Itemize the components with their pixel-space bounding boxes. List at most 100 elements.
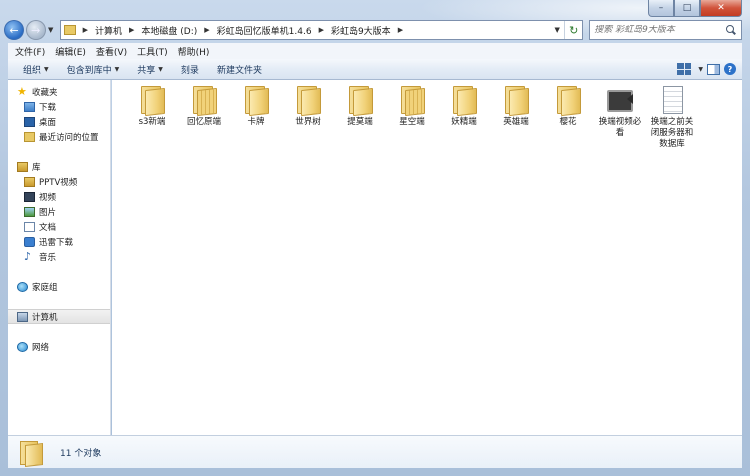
file-item[interactable]: s3新端: [126, 84, 178, 150]
desktop-icon: [24, 116, 35, 127]
chevron-right-icon[interactable]: ▶: [394, 26, 407, 34]
search-input[interactable]: [594, 25, 725, 35]
sidebar-item-videos[interactable]: 视频: [8, 189, 110, 204]
include-in-library-label: 包含到库中: [66, 65, 112, 76]
sidebar-item-pictures[interactable]: 图片: [8, 204, 110, 219]
help-icon[interactable]: ?: [724, 63, 736, 75]
chevron-right-icon[interactable]: ▶: [200, 26, 213, 34]
file-name: 星空端: [399, 117, 425, 127]
menu-help[interactable]: 帮助(H): [173, 45, 215, 58]
file-grid: s3新端 回忆原端 卡牌 世界树 提莫端 星空端 妖精端 英雄端 樱花 换端视频…: [126, 84, 698, 150]
new-folder-button[interactable]: 新建文件夹: [208, 63, 271, 76]
chevron-right-icon[interactable]: ▶: [125, 26, 138, 34]
file-name: 樱花: [559, 117, 577, 127]
breadcrumb-current-folder[interactable]: 彩虹岛9大版本: [328, 24, 394, 37]
file-item[interactable]: 卡牌: [230, 84, 282, 150]
menu-bar: 文件(F) 编辑(E) 查看(V) 工具(T) 帮助(H): [8, 43, 742, 59]
refresh-button[interactable]: ↻: [564, 21, 582, 39]
search-icon[interactable]: [725, 24, 737, 36]
sidebar-item-downloads[interactable]: 下载: [8, 99, 110, 114]
menu-view[interactable]: 查看(V): [91, 45, 132, 58]
maximize-button[interactable]: □: [674, 0, 700, 17]
change-view-icon[interactable]: [677, 63, 692, 75]
sidebar-item-label: 音乐: [39, 252, 57, 263]
organize-label: 组织: [23, 65, 42, 76]
folder-icon: [137, 84, 167, 114]
file-item[interactable]: 换端视频必看: [594, 84, 646, 150]
sidebar-item-homegroup[interactable]: 家庭组: [8, 279, 110, 294]
file-item[interactable]: 星空端: [386, 84, 438, 150]
item-count: 11 个对象: [60, 448, 102, 459]
forward-button[interactable]: →: [25, 20, 46, 40]
file-item[interactable]: 英雄端: [490, 84, 542, 150]
sidebar-item-recent-places[interactable]: 最近访问的位置: [8, 129, 110, 144]
share-button[interactable]: 共享 ▼: [128, 63, 172, 76]
folder-icon: [18, 439, 44, 465]
chevron-down-icon: ▼: [44, 65, 49, 73]
menu-edit[interactable]: 编辑(E): [50, 45, 91, 58]
file-list[interactable]: s3新端 回忆原端 卡牌 世界树 提莫端 星空端 妖精端 英雄端 樱花 换端视频…: [112, 80, 742, 435]
command-bar: 组织 ▼ 包含到库中 ▼ 共享 ▼ 刻录 新建文件夹 ▼ ?: [8, 59, 742, 80]
folder-icon: [241, 84, 271, 114]
back-button[interactable]: ←: [4, 20, 24, 40]
sidebar-item-desktop[interactable]: 桌面: [8, 114, 110, 129]
address-bar[interactable]: ▶ 计算机 ▶ 本地磁盘 (D:) ▶ 彩虹岛回忆版单机1.4.6 ▶ 彩虹岛9…: [59, 20, 584, 40]
navigation-pane: ★ 收藏夹 下载 桌面 最近访问的位置 库 PPTV视频 视频 图片 文档 迅雷…: [8, 80, 111, 435]
sidebar-item-computer[interactable]: 计算机: [8, 309, 110, 324]
file-item[interactable]: 妖精端: [438, 84, 490, 150]
file-item[interactable]: 樱花: [542, 84, 594, 150]
breadcrumb-local-disk[interactable]: 本地磁盘 (D:): [138, 24, 200, 37]
sidebar-item-documents[interactable]: 文档: [8, 219, 110, 234]
sidebar-item-pptv[interactable]: PPTV视频: [8, 174, 110, 189]
music-note-icon: ♪: [24, 249, 32, 263]
file-name: 换端视频必看: [598, 117, 642, 138]
pictures-library-icon: [24, 206, 35, 217]
sidebar-item-label: 收藏夹: [32, 87, 58, 98]
file-name: 提莫端: [347, 117, 373, 127]
folder-icon: [63, 25, 76, 35]
file-name: 英雄端: [503, 117, 529, 127]
file-item[interactable]: 换端之前关闭服务器和数据库: [646, 84, 698, 150]
folder-icon: [293, 84, 323, 114]
chevron-down-icon[interactable]: ▼: [550, 26, 564, 34]
breadcrumb-game-folder[interactable]: 彩虹岛回忆版单机1.4.6: [214, 24, 315, 37]
file-item[interactable]: 世界树: [282, 84, 334, 150]
burn-button[interactable]: 刻录: [172, 63, 208, 76]
sidebar-item-label: 视频: [39, 192, 57, 203]
include-in-library-button[interactable]: 包含到库中 ▼: [58, 63, 129, 76]
breadcrumb-computer[interactable]: 计算机: [92, 24, 125, 37]
sidebar-item-label: 家庭组: [32, 282, 58, 293]
preview-pane-icon[interactable]: [707, 63, 720, 75]
library-icon: [17, 161, 28, 172]
chevron-right-icon[interactable]: ▶: [315, 26, 328, 34]
organize-button[interactable]: 组织 ▼: [14, 63, 58, 76]
minimize-button[interactable]: –: [648, 0, 674, 17]
recent-pages-dropdown[interactable]: ▼: [46, 26, 56, 34]
file-name: 妖精端: [451, 117, 477, 127]
close-button[interactable]: ✕: [700, 0, 742, 17]
sidebar-item-label: PPTV视频: [39, 177, 78, 188]
folder-icon: [189, 84, 219, 114]
chevron-right-icon[interactable]: ▶: [79, 26, 92, 34]
network-icon: [17, 341, 28, 352]
search-box[interactable]: [589, 20, 742, 40]
file-item[interactable]: 回忆原端: [178, 84, 230, 150]
sidebar-item-label: 库: [32, 162, 41, 173]
sidebar-item-thunder-downloads[interactable]: 迅雷下载: [8, 234, 110, 249]
sidebar-item-music[interactable]: ♪ 音乐: [8, 249, 110, 264]
share-label: 共享: [137, 65, 156, 76]
sidebar-item-favorites[interactable]: ★ 收藏夹: [8, 84, 110, 99]
file-item[interactable]: 提莫端: [334, 84, 386, 150]
chevron-down-icon[interactable]: ▼: [698, 66, 703, 73]
homegroup-icon: [17, 281, 28, 292]
menu-file[interactable]: 文件(F): [10, 45, 50, 58]
computer-icon: [17, 311, 28, 322]
file-name: s3新端: [138, 117, 166, 127]
sidebar-item-network[interactable]: 网络: [8, 339, 110, 354]
sidebar-item-label: 计算机: [32, 312, 58, 323]
sidebar-item-libraries[interactable]: 库: [8, 159, 110, 174]
libraries-group: 库 PPTV视频 视频 图片 文档 迅雷下载 ♪ 音乐: [8, 159, 110, 264]
homegroup-group: 家庭组: [8, 279, 110, 294]
favorites-group: ★ 收藏夹 下载 桌面 最近访问的位置: [8, 84, 110, 144]
menu-tools[interactable]: 工具(T): [132, 45, 173, 58]
